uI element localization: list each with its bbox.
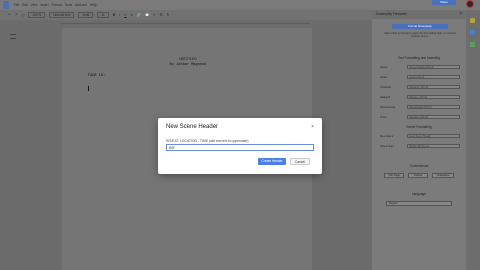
format-row-select[interactable]: Parenthetical (Ctrl+5) [407, 105, 460, 109]
undo-icon[interactable]: ↶ [8, 13, 11, 17]
create-header-button[interactable]: Create Header [258, 158, 286, 165]
cancel-button[interactable]: Cancel [290, 158, 310, 165]
redo-icon[interactable]: ↷ [15, 13, 18, 17]
sidebar-note: Select Text to Format to apply the Forma… [384, 32, 456, 39]
scene-row-new: New Scene Insert Scene Header [380, 134, 460, 138]
side-panel-rail [466, 10, 480, 270]
menu-view[interactable]: View [31, 3, 38, 7]
format-row-select[interactable]: Character (Ctrl+3) [407, 85, 460, 89]
bold-icon[interactable]: B [113, 13, 115, 17]
avatar[interactable] [466, 0, 474, 8]
tasks-icon[interactable] [470, 30, 475, 35]
addon-sidebar: Screenplay Formatter × Format Screenplay… [372, 10, 466, 270]
addon-icon[interactable] [470, 42, 475, 47]
format-row-label: Action [380, 75, 388, 79]
comment-icon[interactable]: 💬 [145, 13, 149, 17]
script-title-line2: By Jabbar Magnnoo [169, 63, 207, 67]
format-row-character: Character Character (Ctrl+3) [380, 85, 460, 89]
zoom-select[interactable]: 100% [28, 12, 46, 18]
outline-button[interactable]: Outline [408, 173, 428, 178]
section-scene-formatting: Scene Formatting [406, 125, 432, 129]
clear-format-icon[interactable]: T̸ [166, 13, 168, 17]
scene-header-input[interactable] [166, 144, 314, 151]
formatting-toolbar: ↶ ↷ ⎙ 100% Normal text Arial 11 B I U A … [0, 10, 372, 20]
format-row-select[interactable]: Action (Ctrl+2) [407, 75, 460, 79]
print-icon[interactable]: ⎙ [22, 13, 25, 17]
menu-help[interactable]: Help [90, 3, 97, 7]
format-row-label: Parenthetical [380, 105, 396, 109]
format-row-action: Action Action (Ctrl+2) [380, 75, 460, 79]
outline-icon[interactable] [10, 34, 16, 39]
characters-button[interactable]: Characters [432, 173, 454, 178]
close-icon[interactable]: × [459, 11, 462, 17]
scene-row-number: Scene Num Number All Scenes [380, 144, 460, 148]
align-icon[interactable]: ≡ [153, 13, 155, 17]
format-row-select[interactable]: Transition (Ctrl+6) [407, 115, 460, 119]
sidebar-header: Screenplay Formatter × [372, 10, 466, 19]
format-screenplay-button[interactable]: Format Screenplay [392, 24, 448, 29]
section-text-formatting: Text Formatting and Indenting [397, 56, 441, 60]
scene-header-label: INT/EXT LOCATION - TIME (will convert to… [166, 139, 249, 143]
text-cursor [88, 86, 89, 91]
underline-icon[interactable]: U [124, 13, 126, 17]
italic-icon[interactable]: I [119, 13, 120, 17]
menu-tools[interactable]: Tools [65, 3, 72, 7]
menu-insert[interactable]: Insert [41, 3, 49, 7]
menu-file[interactable]: File [14, 3, 19, 7]
language-select[interactable]: English [386, 201, 452, 206]
format-row-scene: Scene Scene Heading (Ctrl+1) [380, 65, 460, 69]
ruler [60, 20, 310, 24]
font-size-select[interactable]: 11 [97, 12, 109, 18]
link-icon[interactable]: 🔗 [137, 13, 141, 17]
transition-text: FADE IN: [88, 74, 106, 78]
scene-row-label: Scene Num [380, 144, 394, 148]
menu-edit[interactable]: Edit [22, 3, 28, 7]
format-row-label: Scene [380, 65, 388, 69]
keep-icon[interactable] [470, 18, 475, 23]
close-icon[interactable]: × [311, 124, 314, 130]
scene-row-label: New Scene [380, 134, 394, 138]
format-row-label: Trans [380, 115, 387, 119]
section-language: Language [411, 192, 427, 196]
format-row-transition: Trans Transition (Ctrl+6) [380, 115, 460, 119]
style-select[interactable]: Normal text [49, 12, 75, 18]
scene-row-button[interactable]: Insert Scene Header [407, 134, 460, 138]
sidebar-title: Screenplay Formatter [376, 12, 407, 16]
font-select[interactable]: Arial [78, 12, 94, 18]
menu-bar: File Edit View Insert Format Tools Add-o… [0, 0, 96, 10]
menu-format[interactable]: Format [51, 3, 61, 7]
text-color-icon[interactable]: A [131, 13, 133, 17]
scene-row-button[interactable]: Number All Scenes [407, 144, 460, 148]
format-row-label: Character [380, 85, 392, 89]
share-button[interactable]: Share [432, 0, 456, 5]
menu-addons[interactable]: Add-ons [75, 3, 87, 7]
section-convenience: Convenience [409, 164, 429, 168]
dialog-title: New Scene Header [166, 124, 219, 130]
format-row-parenthetical: Parenthetical Parenthetical (Ctrl+5) [380, 105, 460, 109]
list-icon[interactable]: ☰ [159, 13, 162, 17]
title-page-button[interactable]: Title Page [384, 173, 404, 178]
new-scene-header-dialog: New Scene Header × INT/EXT LOCATION - TI… [158, 118, 322, 174]
format-row-label: Dialogue [380, 95, 391, 99]
format-row-dialogue: Dialogue Dialogue (Ctrl+4) [380, 95, 460, 99]
format-row-select[interactable]: Dialogue (Ctrl+4) [407, 95, 460, 99]
script-title: UNTITLED By Jabbar Magnnoo [130, 58, 246, 68]
format-row-select[interactable]: Scene Heading (Ctrl+1) [407, 65, 460, 69]
